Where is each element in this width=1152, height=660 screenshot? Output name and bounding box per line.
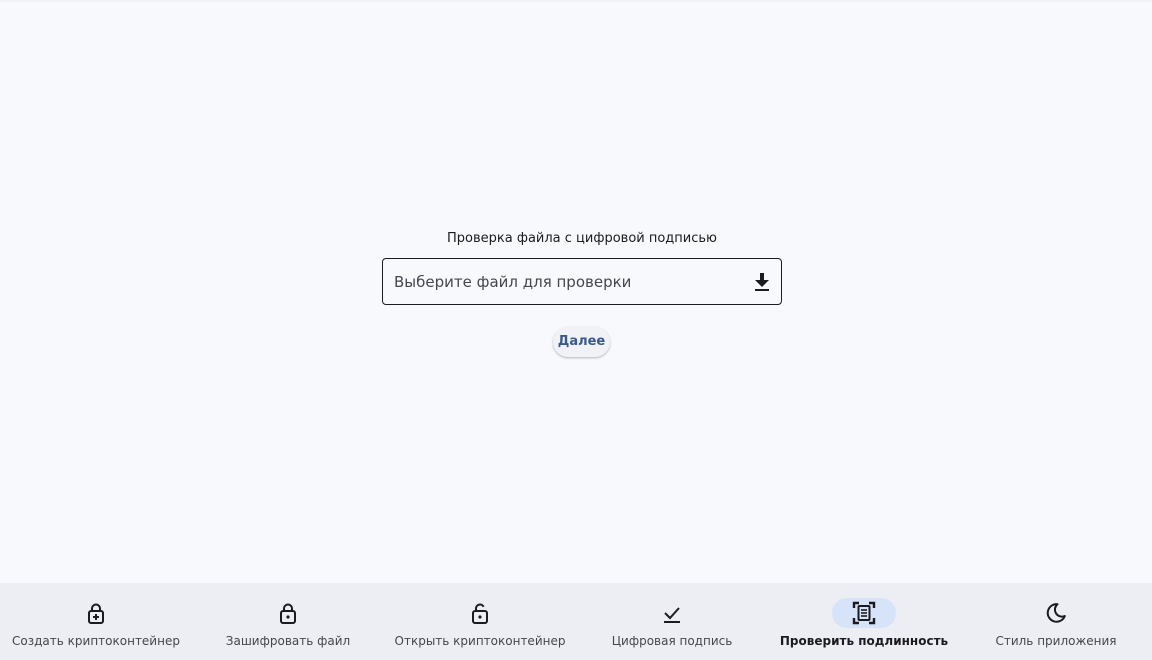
nav-label: Создать криптоконтейнер: [12, 634, 180, 648]
nav-label: Зашифровать файл: [225, 634, 351, 648]
nav-icon-container: [640, 598, 704, 628]
bottom-navigation: Создать криптоконтейнер Зашифровать файл: [0, 583, 1152, 660]
next-button[interactable]: Далее: [553, 327, 610, 357]
nav-item-verify-authenticity[interactable]: Проверить подлинность: [768, 583, 960, 660]
lock-plus-icon: [88, 603, 104, 624]
nav-icon-container: [256, 598, 320, 628]
verify-signature-page: Проверка файла с цифровой подписью Выбер…: [0, 0, 1152, 583]
nav-item-create-container[interactable]: Создать криптоконтейнер: [0, 583, 192, 660]
nav-item-digital-signature[interactable]: Цифровая подпись: [576, 583, 768, 660]
nav-icon-container: [64, 598, 128, 628]
nav-label: Проверить подлинность: [779, 634, 949, 648]
nav-label: Открыть криптоконтейнер: [394, 634, 566, 648]
nav-label: Стиль приложения: [995, 634, 1117, 648]
lock-open-icon: [472, 603, 488, 624]
download-icon[interactable]: [753, 272, 771, 292]
nav-active-indicator: [832, 598, 896, 628]
form-title: Проверка файла с цифровой подписью: [446, 231, 718, 246]
document-scan-icon: [852, 601, 876, 625]
lock-icon: [280, 603, 296, 624]
nav-item-encrypt-file[interactable]: Зашифровать файл: [192, 583, 384, 660]
app-window: Проверка файла с цифровой подписью Выбер…: [0, 0, 1152, 660]
file-picker-field[interactable]: Выберите файл для проверки: [382, 258, 782, 305]
moon-icon: [1046, 603, 1066, 623]
nav-item-app-style[interactable]: Стиль приложения: [960, 583, 1152, 660]
file-picker-placeholder: Выберите файл для проверки: [394, 273, 632, 291]
check-icon: [664, 607, 680, 623]
nav-item-open-container[interactable]: Открыть криптоконтейнер: [384, 583, 576, 660]
nav-icon-container: [448, 598, 512, 628]
nav-icon-container: [1024, 598, 1088, 628]
nav-label: Цифровая подпись: [611, 634, 733, 648]
